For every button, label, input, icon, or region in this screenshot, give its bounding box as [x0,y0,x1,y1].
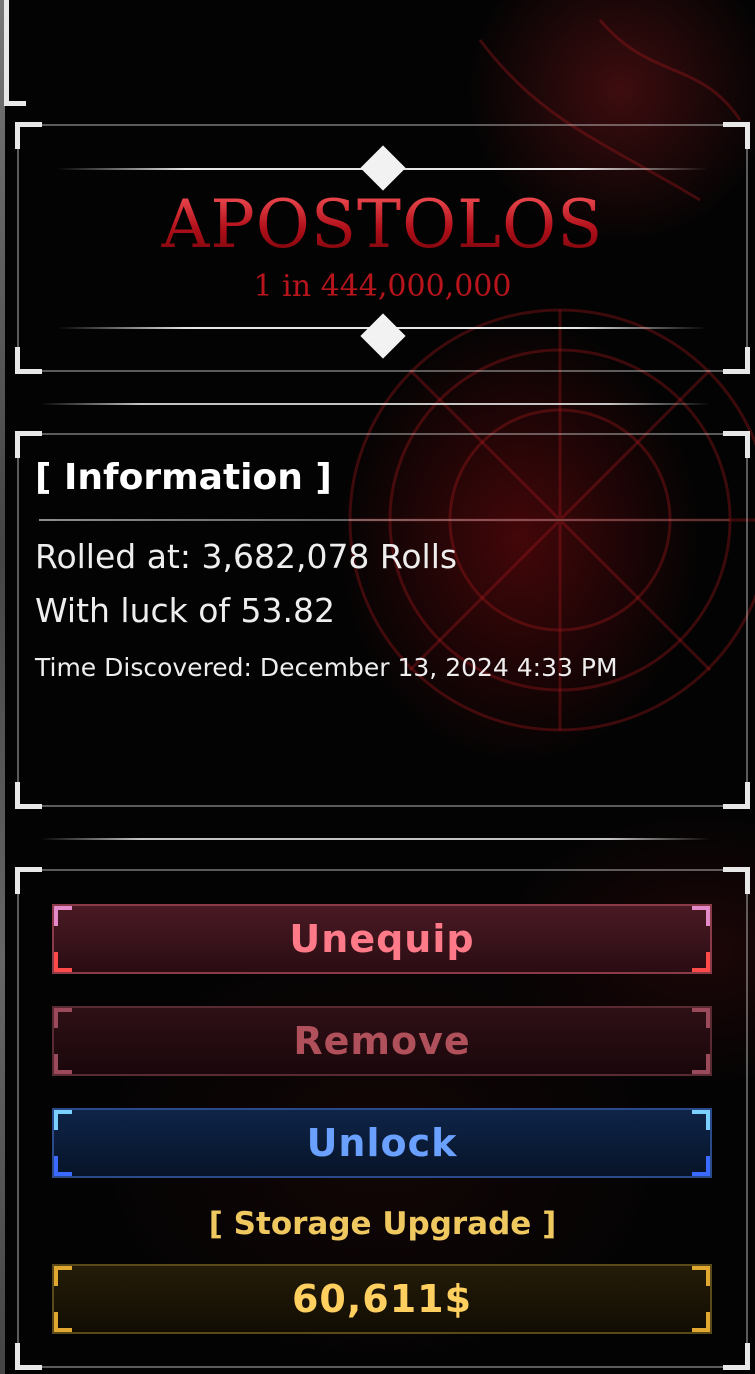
corner-bracket [723,347,750,374]
corner-bracket [723,431,750,458]
rolled-at-text: Rolled at: 3,682,078 Rolls [35,537,458,576]
button-corner [54,952,72,972]
button-corner [692,1156,710,1176]
corner-bracket [723,782,750,809]
button-corner [692,1312,710,1332]
button-corner [54,1008,72,1028]
corner-bracket [15,122,42,149]
corner-bracket [15,782,42,809]
time-discovered-text: Time Discovered: December 13, 2024 4:33 … [35,653,618,682]
corner-bracket [723,1343,750,1370]
top-left-corner-bracket [4,0,26,106]
corner-bracket [15,867,42,894]
information-panel: [ Information ] Rolled at: 3,682,078 Rol… [15,431,750,809]
information-heading: [ Information ] [35,457,332,498]
button-corner [692,1266,710,1286]
button-corner [692,1008,710,1028]
unlock-label: Unlock [306,1121,458,1165]
remove-label: Remove [293,1019,471,1063]
unlock-button[interactable]: Unlock [52,1108,712,1178]
remove-button[interactable]: Remove [52,1006,712,1076]
aura-title-panel: APOSTOLOS 1 in 444,000,000 [15,122,750,374]
corner-bracket [15,347,42,374]
button-corner [54,906,72,926]
left-edge-strip [0,0,5,1374]
section-divider [40,403,710,405]
corner-bracket [723,122,750,149]
unequip-label: Unequip [289,917,475,961]
information-rule [39,519,729,521]
button-corner [692,952,710,972]
action-panel: Unequip Remove Unlock [ Storage Upgrade … [15,867,750,1370]
aura-info-screen: APOSTOLOS 1 in 444,000,000 [ Information… [0,0,755,1374]
button-corner [54,1312,72,1332]
unequip-button[interactable]: Unequip [52,904,712,974]
button-corner [54,1156,72,1176]
storage-upgrade-price-button[interactable]: 60,611$ [52,1264,712,1334]
corner-bracket [15,431,42,458]
button-corner [54,1110,72,1130]
button-corner [54,1054,72,1074]
section-divider [40,838,710,840]
aura-name: APOSTOLOS [17,186,748,263]
corner-bracket [15,1343,42,1370]
luck-text: With luck of 53.82 [35,591,336,630]
aura-rarity: 1 in 444,000,000 [253,269,512,304]
price-label: 60,611$ [291,1277,473,1321]
storage-upgrade-label: [ Storage Upgrade ] [208,1206,557,1242]
button-corner [54,1266,72,1286]
corner-bracket [723,867,750,894]
button-corner [692,1054,710,1074]
button-corner [692,906,710,926]
button-corner [692,1110,710,1130]
